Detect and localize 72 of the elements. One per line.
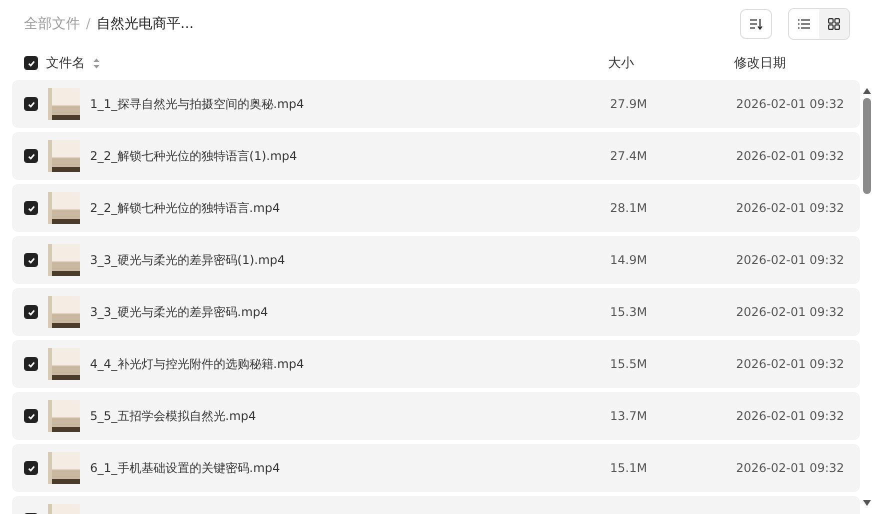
checkmark-icon xyxy=(26,464,36,472)
modified-date: 2026-02-01 09:32 xyxy=(736,149,846,163)
modified-date: 2026-02-01 09:32 xyxy=(736,253,846,267)
row-checkbox[interactable] xyxy=(24,149,38,163)
file-size: 13.7M xyxy=(610,409,648,423)
video-thumbnail xyxy=(48,192,80,224)
file-size: 27.9M xyxy=(610,97,648,111)
file-name: 2_2_解锁七种光位的独特语言(1).mp4 xyxy=(90,148,298,164)
scrollbar-thumb[interactable] xyxy=(863,98,871,194)
file-size: 15.5M xyxy=(610,357,648,371)
file-name: 1_1_探寻自然光与拍摄空间的奥秘.mp4 xyxy=(90,96,304,112)
breadcrumb-separator: / xyxy=(86,16,90,32)
file-name: 4_4_补光灯与控光附件的选购秘籍.mp4 xyxy=(90,356,304,372)
modified-date: 2026-02-01 09:32 xyxy=(736,305,846,319)
file-name: 2_2_解锁七种光位的独特语言.mp4 xyxy=(90,200,280,216)
file-name: 3_3_硬光与柔光的差异密码(1).mp4 xyxy=(90,252,286,268)
modified-date: 2026-02-01 09:32 xyxy=(736,461,846,475)
video-thumbnail xyxy=(48,244,80,276)
checkmark-icon xyxy=(26,100,36,108)
file-name: 5_5_五招学会模拟自然光.mp4 xyxy=(90,408,256,424)
file-row[interactable]: 2_2_解锁七种光位的独特语言.mp4 28.1M 2026-02-01 09:32 xyxy=(12,184,860,232)
video-thumbnail xyxy=(48,140,80,172)
list-icon xyxy=(798,19,810,29)
checkmark-icon xyxy=(26,204,36,212)
video-thumbnail xyxy=(48,400,80,432)
checkmark-icon xyxy=(26,58,36,68)
row-checkbox[interactable] xyxy=(24,97,38,111)
sort-button[interactable] xyxy=(740,9,772,39)
file-size: 14.9M xyxy=(610,253,648,267)
modified-date: 2026-02-01 09:32 xyxy=(736,201,846,215)
file-size: 15.1M xyxy=(610,461,648,475)
file-name: 6_1_手机基础设置的关键密码.mp4 xyxy=(90,460,280,476)
row-checkbox[interactable] xyxy=(24,305,38,319)
scroll-up-icon[interactable] xyxy=(863,88,871,94)
checkmark-icon xyxy=(26,256,36,264)
sort-icon xyxy=(749,18,763,30)
checkmark-icon xyxy=(26,308,36,316)
file-row[interactable]: 2_2_解锁七种光位的独特语言(1).mp4 27.4M 2026-02-01 09:32 xyxy=(12,132,860,180)
video-thumbnail xyxy=(48,88,80,120)
file-row[interactable]: 3_3_硬光与柔光的差异密码.mp4 15.3M 2026-02-01 09:32 xyxy=(12,288,860,336)
checkmark-icon xyxy=(26,360,36,368)
column-header: 大小 xyxy=(608,55,635,72)
video-thumbnail xyxy=(48,452,80,484)
column-header: 修改日期 xyxy=(734,55,787,72)
row-checkbox[interactable] xyxy=(24,409,38,423)
file-row[interactable]: 4_4_补光灯与控光附件的选购秘籍.mp4 15.5M 2026-02-01 09:32 xyxy=(12,340,860,388)
sort-arrows-icon[interactable] xyxy=(93,58,100,68)
modified-date: 2026-02-01 09:32 xyxy=(736,357,846,371)
checkmark-icon xyxy=(26,152,36,160)
video-thumbnail xyxy=(48,296,80,328)
file-size: 15.3M xyxy=(610,305,648,319)
scroll-down-icon[interactable] xyxy=(863,500,871,506)
column-header[interactable]: 文件名 xyxy=(46,54,85,72)
file-row[interactable]: 1_1_探寻自然光与拍摄空间的奥秘.mp4 27.9M 2026-02-01 09:32 xyxy=(12,80,860,128)
file-size: 27.4M xyxy=(610,149,648,163)
file-size: 28.1M xyxy=(610,201,648,215)
row-checkbox[interactable] xyxy=(24,253,38,267)
row-checkbox[interactable] xyxy=(24,357,38,371)
row-checkbox[interactable] xyxy=(24,201,38,215)
modified-date: 2026-02-01 09:32 xyxy=(736,97,846,111)
file-row[interactable]: 6_1_手机基础设置的关键密码.mp4 15.1M 2026-02-01 09:32 xyxy=(12,444,860,492)
file-name: 3_3_硬光与柔光的差异密码.mp4 xyxy=(90,304,268,320)
video-thumbnail xyxy=(48,348,80,380)
breadcrumb-item[interactable]: 自然光电商平... xyxy=(96,15,194,33)
modified-date: 2026-02-01 09:32 xyxy=(736,409,846,423)
file-row[interactable]: 5_5_五招学会模拟自然光.mp4 13.7M 2026-02-01 09:32 xyxy=(12,392,860,440)
row-checkbox[interactable] xyxy=(24,461,38,475)
checkmark-icon xyxy=(26,412,36,420)
grid-view-button[interactable] xyxy=(819,9,849,39)
grid-icon xyxy=(828,18,840,30)
file-row[interactable]: 3_3_硬光与柔光的差异密码(1).mp4 14.9M 2026-02-01 09:32 xyxy=(12,236,860,284)
select-all-checkbox[interactable] xyxy=(24,56,38,70)
